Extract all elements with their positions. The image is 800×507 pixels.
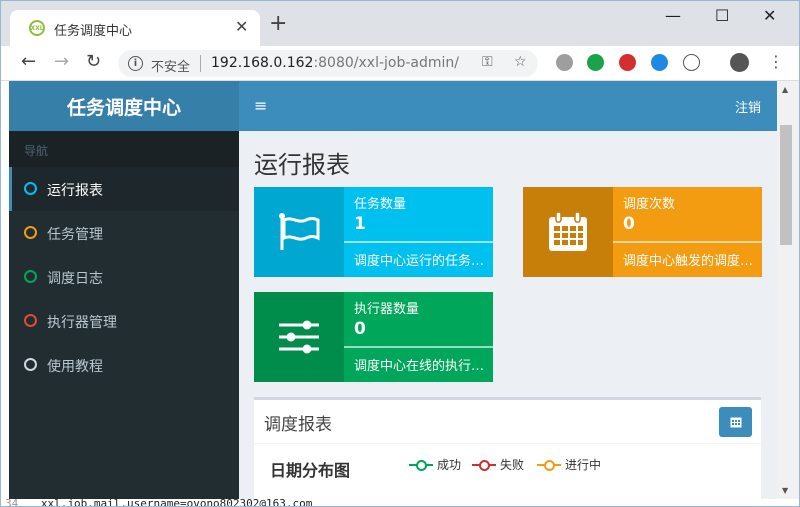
shield-extension-icon[interactable] [619,54,636,71]
progress-bar [613,241,762,243]
info-box-label: 任务数量 [354,197,407,212]
legend-label: 成功 [437,458,462,472]
sliders-icon [254,292,344,382]
sync-extension-icon[interactable] [651,54,668,71]
insecure-label: 不安全 [151,60,191,75]
favicon-icon: XXL [29,20,45,36]
url-text[interactable]: 192.168.0.162:8080/xxl-job-admin/ [211,55,459,71]
legend-marker-icon [409,459,433,471]
info-box-number: 1 [354,214,366,234]
tab-bar: XXL 任务调度中心 ✕ + — ☐ ✕ [1,1,799,46]
progress-bar [344,241,493,243]
sidebar-toggle-icon[interactable]: ≡ [254,96,267,115]
divider [254,443,761,444]
report-panel: 调度报表 日期分布图 成功 失败 进行中 [254,397,761,506]
info-box-label: 执行器数量 [354,302,420,317]
sidebar-item-label: 使用教程 [47,359,103,375]
divider [200,55,201,72]
browser-menu-icon[interactable]: ⋮ [768,53,784,71]
info-box-number: 0 [623,214,635,234]
legend-label: 进行中 [565,458,602,472]
info-box-job-count: 任务数量 1 调度中心运行的任务数量 [254,187,493,277]
legend-failure[interactable]: 失败 [472,456,524,473]
dev-extension-icon[interactable] [683,54,700,71]
legend-running[interactable]: 进行中 [537,456,601,473]
url-host: 192.168.0.162 [211,55,314,71]
date-range-button[interactable] [719,407,752,437]
key-icon[interactable]: ⚿ [482,54,493,70]
sidebar-item-label: 任务管理 [47,227,103,243]
back-button[interactable]: ← [21,52,36,72]
browser-toolbar: ← → ↻ i 不安全 192.168.0.162:8080/xxl-job-a… [1,46,799,81]
sidebar-header: 导航 [9,131,239,167]
chart-title: 日期分布图 [270,461,351,480]
circle-icon [24,358,37,371]
app-container: 任务调度中心 ≡ 注销 导航 运行报表 任务管理 调度日志 执行器管理 使用教程… [9,81,777,506]
circle-icon [24,270,37,283]
info-box-description: 调度中心触发的调度次数 [623,254,757,269]
minimize-button[interactable]: — [665,7,681,25]
logout-button[interactable]: 注销 [735,97,761,116]
app-logo[interactable]: 任务调度中心 [9,81,239,131]
scroll-up-icon[interactable]: ▲ [782,85,788,94]
top-navbar: ≡ 注销 [239,81,777,131]
legend-label: 失败 [500,458,525,472]
scroll-thumb[interactable] [780,125,792,245]
circle-icon [24,226,37,239]
sidebar-item-jobs[interactable]: 任务管理 [9,211,239,255]
bookmark-star-icon[interactable]: ☆ [514,54,527,70]
maximize-button[interactable]: ☐ [715,7,729,25]
info-box-body: 任务数量 1 调度中心运行的任务数量 [344,187,493,277]
adblock-extension-icon[interactable] [587,54,604,71]
sidebar-item-label: 运行报表 [47,183,103,199]
info-box-body: 调度次数 0 调度中心触发的调度次数 [613,187,762,277]
browser-tab[interactable]: XXL 任务调度中心 ✕ [10,10,260,46]
line-number: 34 [5,499,19,507]
close-tab-icon[interactable]: ✕ [235,18,248,36]
extension-icon[interactable] [556,54,573,71]
sidebar-item-logs[interactable]: 调度日志 [9,255,239,299]
calendar-icon [730,417,741,428]
sidebar-item-report[interactable]: 运行报表 [9,167,239,211]
page-scrollbar[interactable]: ▲ ▼ [777,81,799,506]
new-tab-button[interactable]: + [269,13,287,35]
flag-icon [254,187,344,277]
circle-icon [24,182,37,195]
panel-title: 调度报表 [264,415,332,435]
scroll-down-icon[interactable]: ▼ [782,486,788,495]
address-bar[interactable]: i 不安全 192.168.0.162:8080/xxl-job-admin/ … [118,50,538,77]
circle-icon [24,314,37,327]
profile-avatar-icon[interactable] [730,53,749,72]
progress-bar [344,346,493,348]
info-icon[interactable]: i [128,56,143,71]
info-box-label: 调度次数 [623,197,676,212]
info-box-description: 调度中心在线的执行器机器数量 [354,359,488,374]
tab-title: 任务调度中心 [54,24,133,39]
editor-text: xxl.job.mail.username=ovono802302@163.co… [40,499,313,507]
calendar-icon [523,187,613,277]
reload-button[interactable]: ↻ [86,52,101,72]
page-title: 运行报表 [254,151,350,179]
info-box-number: 0 [354,319,366,339]
info-box-trigger-count: 调度次数 0 调度中心触发的调度次数 [523,187,762,277]
info-box-body: 执行器数量 0 调度中心在线的执行器机器数量 [344,292,493,382]
info-box-executor-count: 执行器数量 0 调度中心在线的执行器机器数量 [254,292,493,382]
sidebar-item-label: 执行器管理 [47,315,117,331]
legend-marker-icon [537,459,561,471]
close-window-button[interactable]: ✕ [763,7,776,25]
background-editor-line: 34 xxl.job.mail.username=ovono802302@163… [1,499,799,507]
sidebar: 导航 运行报表 任务管理 调度日志 执行器管理 使用教程 [9,131,239,506]
legend-marker-icon [472,459,496,471]
forward-button[interactable]: → [54,52,69,72]
sidebar-item-label: 调度日志 [47,271,103,287]
info-box-description: 调度中心运行的任务数量 [354,254,488,269]
sidebar-item-help[interactable]: 使用教程 [9,343,239,387]
url-path: :8080/xxl-job-admin/ [313,55,459,71]
legend-success[interactable]: 成功 [409,456,461,473]
browser-window: XXL 任务调度中心 ✕ + — ☐ ✕ ← → ↻ i 不安全 192.168… [0,0,800,507]
sidebar-item-executors[interactable]: 执行器管理 [9,299,239,343]
